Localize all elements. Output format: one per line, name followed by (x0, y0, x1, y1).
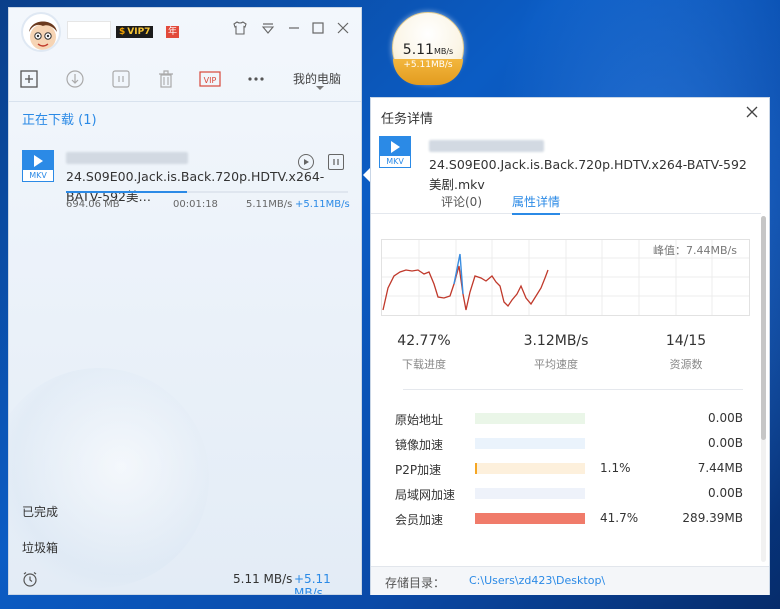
title-bar: $ VIP7 年 (9, 8, 361, 56)
source-name: 镜像加速 (395, 438, 444, 452)
task-detail-panel: 任务详情 MKV 24.S09E00.Jack.is.Back.720p.HDT… (370, 97, 770, 595)
source-size: 0.00B (708, 411, 743, 425)
detail-file-ext: MKV (386, 157, 404, 166)
total-boost: +5.11 MB/s (294, 572, 331, 595)
source-bar (475, 488, 585, 499)
peak-speed: 峰值：7.44MB/s (653, 244, 737, 257)
storage-path-link[interactable]: C:\Users\zd423\Desktop\ (469, 574, 605, 587)
vip-icon[interactable]: VIP (199, 68, 221, 90)
source-size: 289.39MB (682, 511, 743, 525)
completed-section[interactable]: 已完成 (22, 503, 58, 520)
divider (403, 389, 743, 390)
mkv-file-icon: MKV (22, 150, 54, 182)
detail-mkv-file-icon: MKV (379, 136, 411, 168)
trash-section[interactable]: 垃圾箱 (22, 539, 58, 556)
skin-icon[interactable] (231, 20, 249, 38)
source-bar (475, 438, 585, 449)
downloading-section[interactable]: 正在下载 (1) (22, 109, 97, 128)
source-row: 原始地址 0.00B (395, 411, 743, 427)
main-window: $ VIP7 年 VIP 我的电脑 正在下载 (1) MKV 24.S09E00… (8, 7, 362, 595)
new-task-icon[interactable] (18, 68, 40, 90)
source-size: 0.00B (708, 436, 743, 450)
source-size: 7.44MB (697, 461, 743, 475)
source-row: P2P加速 1.1% 7.44MB (395, 461, 743, 477)
task-speed: 5.11MB/s (246, 199, 293, 210)
task-size: 694.06 MB (66, 199, 120, 210)
svg-text:VIP: VIP (204, 76, 217, 85)
source-percent: 1.1% (600, 461, 631, 475)
more-icon[interactable] (245, 68, 267, 90)
detail-close-icon[interactable] (745, 104, 759, 123)
source-size: 0.00B (708, 486, 743, 500)
source-bar (475, 413, 585, 424)
stat-progress: 42.77% 下载进度 (397, 333, 451, 371)
download-task-row[interactable]: MKV 24.S09E00.Jack.is.Back.720p.HDTV.x26… (9, 144, 361, 210)
source-name: P2P加速 (395, 463, 442, 477)
speed-line (382, 265, 549, 311)
year-badge: 年 (166, 26, 179, 38)
chevron-down-icon[interactable] (316, 86, 324, 90)
pause-icon[interactable] (110, 68, 132, 90)
source-percent: 41.7% (600, 511, 639, 525)
play-icon[interactable] (298, 154, 314, 170)
ball-boost: +5.11MB/s (403, 60, 453, 70)
avatar[interactable] (21, 12, 61, 52)
alarm-clock-icon[interactable] (21, 570, 39, 591)
task-time: 00:01:18 (173, 199, 218, 210)
tab-comments[interactable]: 评论(0) (441, 193, 482, 210)
source-row: 会员加速 41.7% 289.39MB (395, 511, 743, 527)
source-row: 局域网加速 0.00B (395, 486, 743, 502)
source-name: 会员加速 (395, 513, 444, 527)
source-name: 局域网加速 (395, 488, 456, 502)
file-ext: MKV (29, 171, 47, 180)
source-name: 原始地址 (395, 413, 444, 427)
maximize-icon[interactable] (309, 20, 327, 38)
username[interactable] (67, 21, 111, 39)
task-name: 24.S09E00.Jack.is.Back.720p.HDTV.x264-BA… (66, 147, 324, 207)
source-bar (475, 513, 585, 524)
start-icon[interactable] (64, 68, 86, 90)
my-pc-selector[interactable]: 我的电脑 (293, 70, 341, 87)
ball-speed: 5.11MB/s (402, 42, 454, 58)
detail-tabs: 评论(0) 属性详情 (371, 190, 761, 215)
total-speed: 5.11 MB/s (233, 572, 293, 586)
pause-task-icon[interactable] (328, 154, 344, 170)
task-boost: +5.11MB/s (295, 199, 350, 210)
status-bar: 5.11 MB/s +5.11 MB/s (9, 564, 361, 595)
task-progress-bar (66, 191, 348, 193)
scrollbar[interactable] (761, 216, 766, 562)
speed-floating-ball[interactable]: 5.11MB/s +5.11MB/s (392, 12, 464, 85)
storage-bar: 存储目录： C:\Users\zd423\Desktop\ (371, 566, 769, 595)
storage-label: 存储目录： (385, 576, 446, 590)
vip-badge[interactable]: $ VIP7 (116, 26, 154, 38)
stat-avg-speed: 3.12MB/s 平均速度 (523, 333, 589, 371)
minimize-icon[interactable] (285, 20, 303, 38)
menu-icon[interactable] (259, 20, 277, 38)
tab-properties[interactable]: 属性详情 (512, 193, 561, 215)
delete-icon[interactable] (155, 68, 177, 90)
source-row: 镜像加速 0.00B (395, 436, 743, 452)
detail-title: 任务详情 (381, 112, 434, 127)
detail-file-name: 24.S09E00.Jack.is.Back.720p.HDTV.x264-BA… (429, 135, 749, 195)
close-icon[interactable] (334, 20, 352, 38)
toolbar: VIP 我的电脑 (9, 62, 361, 102)
speed-chart: 峰值：7.44MB/s (381, 239, 750, 316)
stat-sources: 14/15 资源数 (665, 333, 707, 371)
source-bar (475, 463, 585, 474)
